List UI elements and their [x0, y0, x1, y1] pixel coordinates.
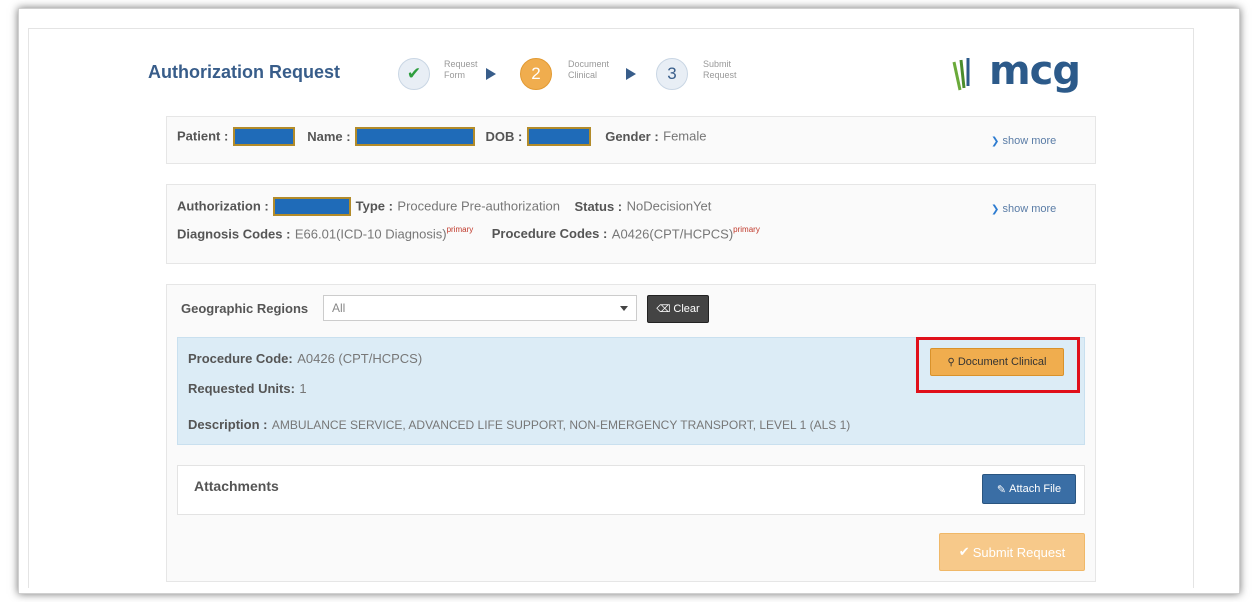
step-1-circle: ✔ — [398, 58, 430, 90]
procedure-code-value: A0426 (CPT/HCPCS) — [297, 351, 423, 366]
requested-units-label: Requested Units: — [188, 381, 295, 396]
step-2-circle: 2 — [520, 58, 552, 90]
step-arrow-icon — [486, 68, 496, 80]
procedure-code-label: Procedure Code: — [188, 351, 293, 366]
gender-value: Female — [663, 128, 707, 144]
codes-row: Diagnosis Codes : E66.01(ICD-10 Diagnosi… — [177, 225, 760, 243]
submit-request-button[interactable]: ✔ Submit Request — [939, 533, 1085, 571]
redacted-name — [355, 127, 476, 146]
red-highlight-box — [916, 337, 1080, 393]
attach-file-button[interactable]: ✎ Attach File — [982, 474, 1076, 504]
step-1-label: Request Form — [444, 59, 478, 80]
status-value: NoDecisionYet — [626, 198, 712, 214]
authorization-show-more-link[interactable]: ❯ show more — [991, 203, 1056, 215]
check-icon: ✔ — [406, 64, 422, 83]
step-3-label: Submit Request — [703, 59, 737, 80]
procedure-codes-value: A0426(CPT/HCPCS) — [611, 226, 734, 242]
diagnosis-codes-label: Diagnosis Codes : — [177, 226, 291, 242]
geographic-regions-select[interactable]: All — [323, 295, 637, 321]
chevron-down-icon: ❯ — [991, 136, 1000, 147]
paperclip-icon: ✎ — [996, 483, 1007, 496]
eraser-icon: ⌫ — [656, 303, 671, 315]
description-value: AMBULANCE SERVICE, ADVANCED LIFE SUPPORT… — [271, 418, 851, 432]
authorization-row: Authorization : Type : Procedure Pre-aut… — [177, 197, 711, 216]
description-row: Description : AMBULANCE SERVICE, ADVANCE… — [188, 416, 850, 434]
logo-text: mcg — [988, 48, 1081, 94]
requested-units-value: 1 — [299, 381, 307, 396]
patient-panel: Patient : Name : DOB : Gender : Female ❯… — [166, 116, 1096, 164]
gender-label: Gender : — [605, 128, 659, 144]
description-label: Description : — [188, 417, 268, 432]
step-2-label: Document Clinical — [568, 59, 610, 80]
procedure-primary-tag: primary — [733, 225, 760, 234]
patient-label: Patient : — [177, 128, 229, 144]
redacted-patient-id — [232, 127, 295, 146]
procedure-panel: Geographic Regions All ⌫ Clear Procedure… — [166, 284, 1096, 582]
chevron-down-icon: ❯ — [991, 204, 1000, 215]
page-title: Authorization Request — [148, 62, 340, 82]
check-icon: ✔ — [958, 544, 970, 559]
type-label: Type : — [355, 198, 393, 214]
caret-down-icon — [620, 306, 628, 311]
authorization-label: Authorization : — [177, 198, 269, 214]
procedure-codes-label: Procedure Codes : — [491, 226, 608, 242]
geographic-regions-label: Geographic Regions — [181, 301, 309, 316]
requested-units-row: Requested Units: 1 — [188, 380, 307, 398]
step-arrow-icon — [626, 68, 636, 80]
attachments-title: Attachments — [194, 478, 279, 494]
procedure-code-row: Procedure Code: A0426 (CPT/HCPCS) — [188, 350, 422, 368]
page-header: Authorization Request ✔ Request Form 2 D… — [148, 42, 1081, 112]
clear-button[interactable]: ⌫ Clear — [647, 295, 709, 323]
redacted-dob — [526, 127, 591, 146]
status-label: Status : — [574, 198, 623, 214]
step-3-circle: 3 — [656, 58, 688, 90]
attachments-section: Attachments ✎ Attach File — [177, 465, 1085, 515]
redacted-auth-id — [273, 197, 352, 216]
authorization-panel: Authorization : Type : Procedure Pre-aut… — [166, 184, 1096, 264]
patient-show-more-link[interactable]: ❯ show more — [991, 135, 1056, 147]
patient-info-row: Patient : Name : DOB : Gender : Female — [177, 127, 707, 146]
type-value: Procedure Pre-authorization — [397, 198, 560, 214]
name-label: Name : — [307, 128, 351, 144]
diagnosis-primary-tag: primary — [446, 225, 474, 234]
mcg-logo: mcg — [952, 48, 1081, 96]
dob-label: DOB : — [485, 128, 523, 144]
diagnosis-codes-value: E66.01(ICD-10 Diagnosis) — [294, 226, 447, 242]
mcg-logo-icon — [952, 58, 970, 91]
